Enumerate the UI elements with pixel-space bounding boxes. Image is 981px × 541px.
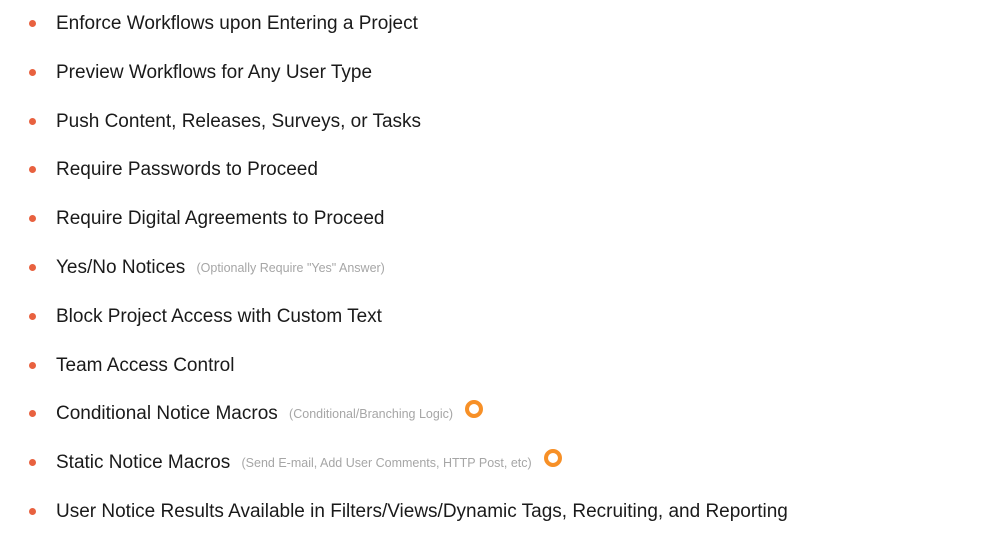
feature-label: Require Digital Agreements to Proceed <box>56 208 385 230</box>
feature-item: Push Content, Releases, Surveys, or Task… <box>0 102 981 151</box>
feature-label: Push Content, Releases, Surveys, or Task… <box>56 110 422 132</box>
feature-label: Static Notice Macros <box>56 452 231 474</box>
feature-label: User Notice Results Available in Filters… <box>56 500 788 522</box>
feature-label: Team Access Control <box>56 354 235 376</box>
feature-label: Block Project Access with Custom Text <box>56 305 382 327</box>
feature-item: Preview Workflows for Any User Type <box>0 53 981 102</box>
feature-label: Conditional Notice Macros <box>56 403 278 425</box>
feature-label: Require Passwords to Proceed <box>56 159 318 181</box>
feature-item: Require Digital Agreements to Proceed <box>0 199 981 248</box>
feature-label: Preview Workflows for Any User Type <box>56 61 373 83</box>
bullet-icon <box>29 215 36 223</box>
feature-item: User Notice Results Available in Filters… <box>0 492 981 541</box>
bullet-icon <box>29 459 36 467</box>
feature-list: Enforce Workflows upon Entering a Projec… <box>0 4 981 541</box>
bullet-icon <box>29 68 36 76</box>
bullet-icon <box>29 361 36 369</box>
bullet-icon <box>29 166 36 174</box>
feature-item: Block Project Access with Custom Text <box>0 297 981 346</box>
feature-item: Team Access Control <box>0 346 981 395</box>
feature-item: Enforce Workflows upon Entering a Projec… <box>0 4 981 53</box>
orange-ring-icon <box>465 400 484 419</box>
feature-note: (Optionally Require "Yes" Answer) <box>196 260 385 275</box>
orange-ring-icon <box>543 449 562 468</box>
feature-item: Static Notice Macros (Send E-mail, Add U… <box>0 443 981 492</box>
feature-item: Yes/No Notices (Optionally Require "Yes"… <box>0 248 981 297</box>
bullet-icon <box>29 410 36 418</box>
bullet-icon <box>29 263 36 271</box>
bullet-icon <box>29 312 36 320</box>
feature-note: (Send E-mail, Add User Comments, HTTP Po… <box>241 456 532 471</box>
bullet-icon <box>29 507 36 515</box>
feature-item: Conditional Notice Macros (Conditional/B… <box>0 394 981 443</box>
bullet-icon <box>29 117 36 125</box>
feature-label: Yes/No Notices <box>56 256 186 278</box>
feature-item: Require Passwords to Proceed <box>0 150 981 199</box>
bullet-icon <box>29 20 36 27</box>
feature-label: Enforce Workflows upon Entering a Projec… <box>56 13 418 34</box>
feature-note: (Conditional/Branching Logic) <box>289 407 454 422</box>
